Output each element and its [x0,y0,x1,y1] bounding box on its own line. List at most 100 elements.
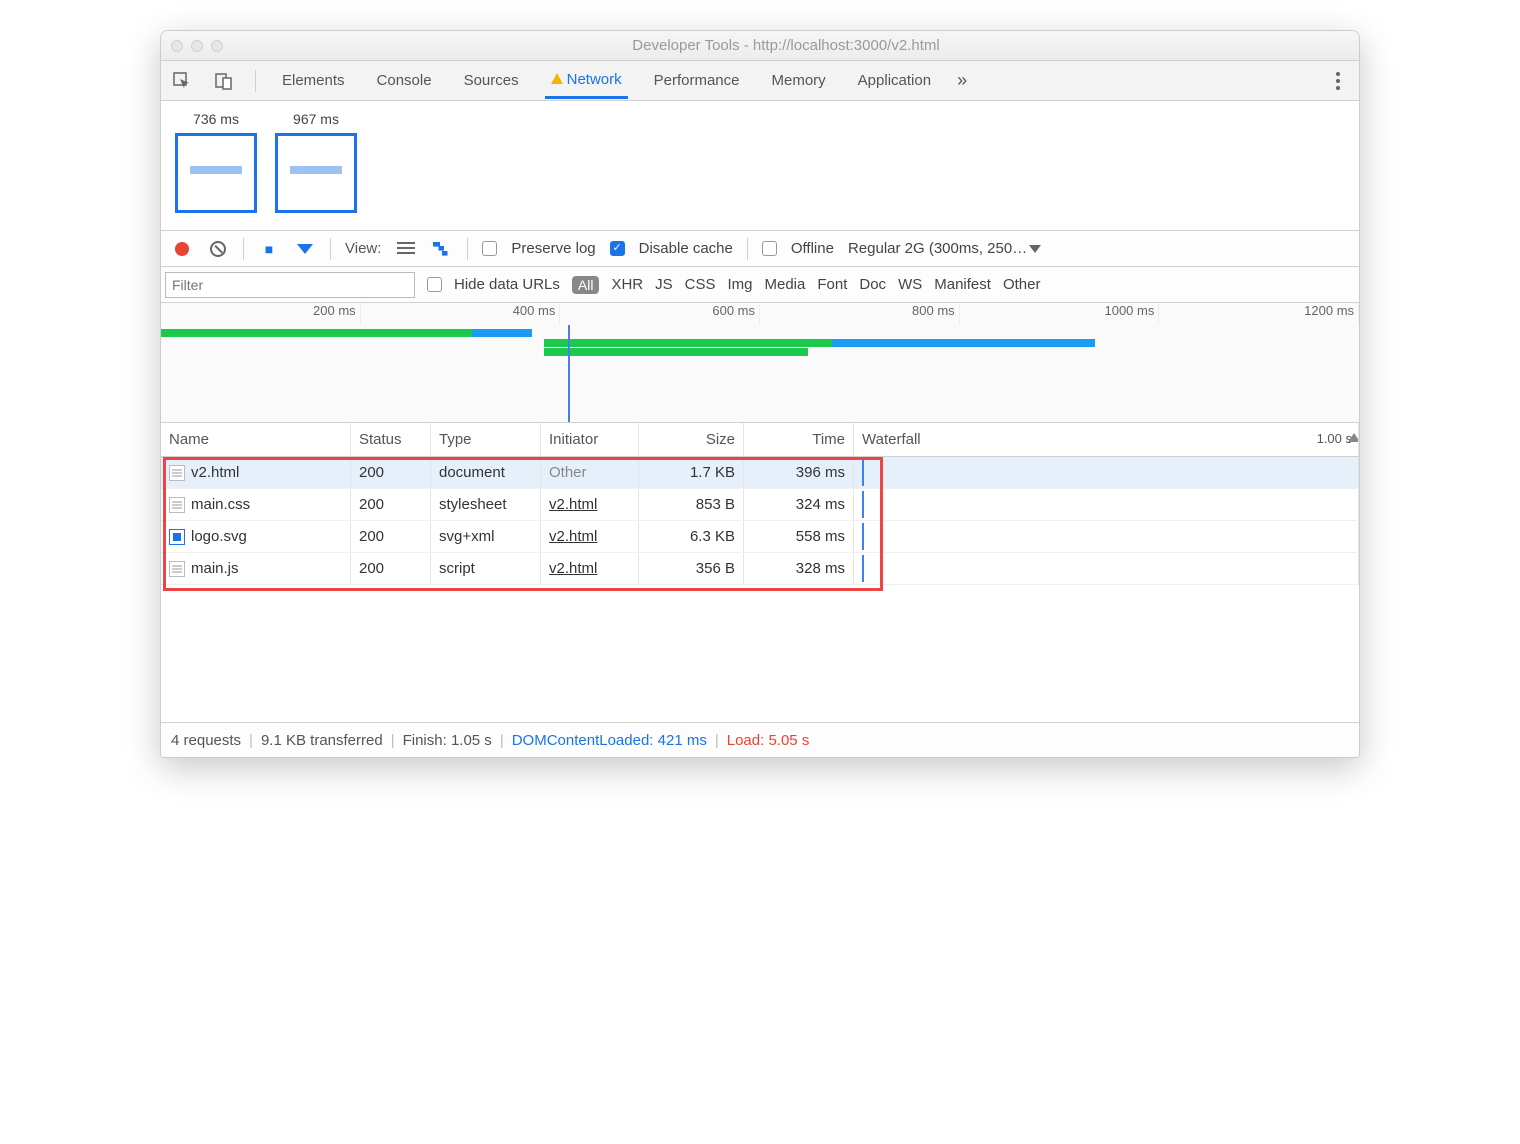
view-large-icon[interactable] [395,238,417,260]
status-bar: 4 requests | 9.1 KB transferred | Finish… [161,723,1359,757]
panel-tabs: Elements Console Sources Network Performance… [161,61,1359,101]
frame-thumbnail [175,133,257,213]
tab-network[interactable]: Network [545,63,628,99]
overview-marker [568,325,570,422]
timeline-overview[interactable]: 200 ms400 ms600 ms800 ms1000 ms1200 ms [161,303,1359,423]
frame-timestamp: 967 ms [293,111,339,127]
inspect-icon[interactable] [171,70,193,92]
timeline-tick: 200 ms [161,303,361,325]
table-row[interactable]: main.css200stylesheetv2.html853 B324 ms [161,489,1359,521]
filter-type-js[interactable]: JS [655,276,673,293]
requests-table: Name Status Type Initiator Size Time Wat… [161,423,1359,723]
preserve-log-label: Preserve log [511,240,595,257]
overview-bars [161,329,1359,351]
footer-finish: Finish: 1.05 s [403,732,492,749]
filter-type-img[interactable]: Img [727,276,752,293]
offline-label: Offline [791,240,834,257]
table-row[interactable]: main.js200scriptv2.html356 B328 ms [161,553,1359,585]
sort-icon [1348,433,1359,442]
throttling-select[interactable]: Regular 2G (300ms, 250… [848,240,1041,257]
file-icon [169,465,185,481]
disable-cache-checkbox[interactable] [610,241,625,256]
initiator-link[interactable]: v2.html [549,496,597,513]
timeline-tick: 600 ms [560,303,760,325]
col-waterfall[interactable]: Waterfall 1.00 s [854,423,1359,456]
timeline-tick: 1000 ms [960,303,1160,325]
hide-data-urls-label: Hide data URLs [454,276,560,293]
filter-type-all[interactable]: All [572,276,600,294]
table-row[interactable]: v2.html200documentOther1.7 KB396 ms [161,457,1359,489]
footer-transferred: 9.1 KB transferred [261,732,383,749]
record-button[interactable] [171,238,193,260]
title-bar: Developer Tools - http://localhost:3000/… [161,31,1359,61]
tab-memory[interactable]: Memory [766,64,832,97]
frame-thumbnail [275,133,357,213]
close-dot[interactable] [171,40,183,52]
footer-dcl: DOMContentLoaded: 421 ms [512,732,707,749]
tab-console[interactable]: Console [371,64,438,97]
request-name: main.css [191,496,250,513]
file-icon [169,529,185,545]
col-type[interactable]: Type [431,423,541,456]
kebab-menu-icon[interactable] [1327,70,1349,92]
screenshots-icon[interactable]: ■ [258,238,280,260]
tab-performance[interactable]: Performance [648,64,746,97]
col-initiator[interactable]: Initiator [541,423,639,456]
col-size[interactable]: Size [639,423,744,456]
initiator-link[interactable]: v2.html [549,560,597,577]
disable-cache-label: Disable cache [639,240,733,257]
filter-type-other[interactable]: Other [1003,276,1041,293]
request-name: main.js [191,560,239,577]
devtools-window: Developer Tools - http://localhost:3000/… [160,30,1360,758]
table-header: Name Status Type Initiator Size Time Wat… [161,423,1359,457]
filter-input[interactable] [165,272,415,298]
filter-type-media[interactable]: Media [765,276,806,293]
col-status[interactable]: Status [351,423,431,456]
tab-sources[interactable]: Sources [458,64,525,97]
tabs-overflow-icon[interactable]: » [957,70,967,91]
filter-toggle-icon[interactable] [294,238,316,260]
filter-bar: Hide data URLs All XHR JS CSS Img Media … [161,267,1359,303]
initiator-link[interactable]: v2.html [549,528,597,545]
traffic-lights [171,40,223,52]
separator [255,70,256,92]
table-row[interactable]: logo.svg200svg+xmlv2.html6.3 KB558 ms [161,521,1359,553]
timeline-tick: 1200 ms [1159,303,1359,325]
tab-application[interactable]: Application [852,64,937,97]
clear-button[interactable] [207,238,229,260]
footer-load: Load: 5.05 s [727,732,810,749]
preserve-log-checkbox[interactable] [482,241,497,256]
zoom-dot[interactable] [211,40,223,52]
col-time[interactable]: Time [744,423,854,456]
filmstrip-frame[interactable]: 736 ms [175,111,257,220]
warning-icon [551,73,563,84]
dropdown-icon [1029,245,1041,253]
initiator-link: Other [549,464,587,481]
filter-type-doc[interactable]: Doc [859,276,886,293]
file-icon [169,497,185,513]
filter-type-xhr[interactable]: XHR [611,276,643,293]
filmstrip-frame[interactable]: 967 ms [275,111,357,220]
footer-requests: 4 requests [171,732,241,749]
tab-elements[interactable]: Elements [276,64,351,97]
view-waterfall-icon[interactable] [431,238,453,260]
request-name: v2.html [191,464,239,481]
request-name: logo.svg [191,528,247,545]
file-icon [169,561,185,577]
minimize-dot[interactable] [191,40,203,52]
timeline-tick: 800 ms [760,303,960,325]
col-name[interactable]: Name [161,423,351,456]
filter-type-font[interactable]: Font [817,276,847,293]
filter-type-manifest[interactable]: Manifest [934,276,991,293]
frame-timestamp: 736 ms [193,111,239,127]
filmstrip: 736 ms 967 ms [161,101,1359,231]
offline-checkbox[interactable] [762,241,777,256]
timeline-tick: 400 ms [361,303,561,325]
filter-type-ws[interactable]: WS [898,276,922,293]
hide-data-urls-checkbox[interactable] [427,277,442,292]
window-title: Developer Tools - http://localhost:3000/… [223,37,1349,54]
view-label: View: [345,240,381,257]
network-toolbar: ■ View: Preserve log Disable cache Offli… [161,231,1359,267]
filter-type-css[interactable]: CSS [685,276,716,293]
device-toggle-icon[interactable] [213,70,235,92]
